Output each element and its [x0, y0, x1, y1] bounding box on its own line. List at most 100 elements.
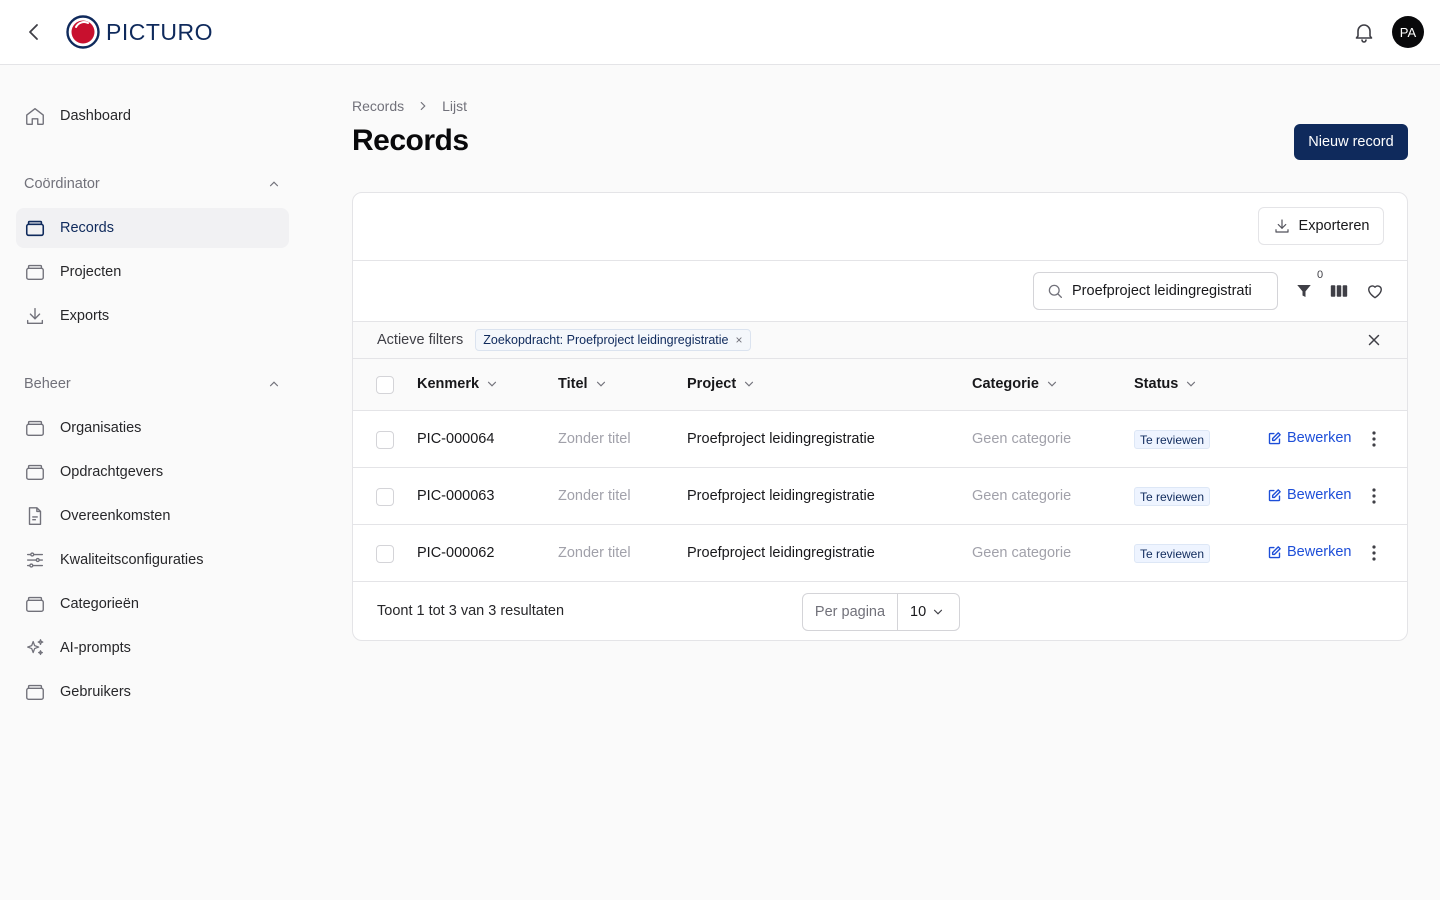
- column-header-titel[interactable]: Titel: [558, 376, 608, 392]
- status-badge: Te reviewen: [1134, 544, 1211, 563]
- column-header-project[interactable]: Project: [687, 376, 756, 392]
- select-all-checkbox[interactable]: [376, 376, 394, 394]
- app-logo-text: PICTURO: [106, 18, 213, 45]
- breadcrumb-lijst: Lijst: [442, 98, 468, 114]
- cell-kenmerk: PIC-000062: [417, 545, 495, 561]
- status-badge: Te reviewen: [1134, 430, 1211, 449]
- edit-button[interactable]: Bewerken: [1267, 487, 1351, 503]
- card-header: Exporteren: [353, 193, 1407, 261]
- back-button[interactable]: [22, 20, 46, 44]
- sidebar-section-coordinator[interactable]: Coördinator: [24, 172, 281, 196]
- edit-icon: [1268, 431, 1281, 444]
- edit-button[interactable]: Bewerken: [1267, 430, 1351, 446]
- records-card: Exporteren 0 Actieve filters Zoekopdrach…: [352, 192, 1408, 641]
- cell-titel: Zonder titel: [558, 488, 631, 504]
- sidebar-item-label: Kwaliteitsconfiguraties: [60, 552, 204, 568]
- sidebar-item-label: Organisaties: [60, 420, 142, 436]
- column-header-kenmerk[interactable]: Kenmerk: [417, 376, 499, 392]
- per-page-select[interactable]: 10: [898, 594, 959, 630]
- cell-categorie: Geen categorie: [972, 488, 1072, 504]
- clear-filters-button[interactable]: [1365, 331, 1383, 349]
- sidebar-item-organisaties[interactable]: Organisaties: [16, 408, 289, 448]
- sidebar: Dashboard Coördinator Records Projecten …: [0, 65, 305, 900]
- filter-button[interactable]: [1293, 280, 1315, 302]
- page-title: Records: [352, 124, 469, 157]
- row-checkbox[interactable]: [376, 488, 394, 506]
- cell-titel: Zonder titel: [558, 545, 631, 561]
- chevron-left-icon: [29, 24, 38, 40]
- result-count: Toont 1 tot 3 van 3 resultaten: [377, 603, 565, 619]
- sidebar-item-label: Categorieën: [60, 596, 139, 612]
- cell-kenmerk: PIC-000063: [417, 488, 495, 504]
- folder-icon: [26, 264, 44, 281]
- table-row[interactable]: PIC-000064 Zonder titel Proefproject lei…: [353, 411, 1407, 468]
- cell-categorie: Geen categorie: [972, 431, 1072, 447]
- sidebar-item-dashboard[interactable]: Dashboard: [16, 96, 289, 136]
- table-row[interactable]: PIC-000062 Zonder titel Proefproject lei…: [353, 525, 1407, 582]
- table-row[interactable]: PIC-000063 Zonder titel Proefproject lei…: [353, 468, 1407, 525]
- sparkles-icon: [27, 639, 44, 656]
- sidebar-item-label: AI-prompts: [60, 640, 131, 656]
- row-checkbox[interactable]: [376, 431, 394, 449]
- row-actions-button[interactable]: [1366, 485, 1382, 507]
- row-actions-button[interactable]: [1366, 542, 1382, 564]
- column-header-label: Categorie: [972, 376, 1039, 392]
- chevron-down-icon: [487, 381, 497, 387]
- remove-filter-icon[interactable]: ×: [736, 333, 743, 347]
- chevron-up-icon: [269, 381, 279, 387]
- breadcrumb: Records Lijst: [352, 96, 467, 116]
- favorites-button[interactable]: [1364, 280, 1386, 302]
- sidebar-item-label: Gebruikers: [60, 684, 131, 700]
- sidebar-item-label: Overeenkomsten: [60, 508, 171, 524]
- home-icon: [26, 107, 44, 125]
- chevron-down-icon: [933, 609, 943, 615]
- sidebar-item-gebruikers[interactable]: Gebruikers: [16, 672, 289, 712]
- sidebar-item-exports[interactable]: Exports: [16, 296, 289, 336]
- per-page-label: Per pagina: [803, 594, 898, 630]
- chevron-up-icon: [269, 181, 279, 187]
- download-icon: [1274, 219, 1289, 233]
- folder-icon: [26, 420, 44, 437]
- sidebar-item-label: Dashboard: [60, 108, 131, 124]
- export-button[interactable]: Exporteren: [1258, 207, 1384, 245]
- picturo-logo-icon: [66, 15, 100, 49]
- sidebar-item-ai-prompts[interactable]: AI-prompts: [16, 628, 289, 668]
- status-badge: Te reviewen: [1134, 487, 1211, 506]
- search-input[interactable]: [1072, 283, 1252, 299]
- sidebar-item-label: Projecten: [60, 264, 122, 280]
- sidebar-item-opdrachtgevers[interactable]: Opdrachtgevers: [16, 452, 289, 492]
- cell-kenmerk: PIC-000064: [417, 431, 495, 447]
- column-header-status[interactable]: Status: [1134, 376, 1198, 392]
- download-icon: [26, 307, 44, 325]
- per-page-control: Per pagina 10: [802, 593, 960, 631]
- sidebar-item-records[interactable]: Records: [16, 208, 289, 248]
- notifications-button[interactable]: [1352, 20, 1376, 44]
- column-header-label: Titel: [558, 376, 588, 392]
- sidebar-item-overeenkomsten[interactable]: Overeenkomsten: [16, 496, 289, 536]
- edit-button-label: Bewerken: [1287, 487, 1352, 503]
- sliders-icon: [26, 552, 44, 568]
- bell-icon: [1355, 24, 1373, 43]
- filter-chip-label: Zoekopdracht: Proefproject leidingregist…: [483, 333, 729, 347]
- column-header-label: Status: [1134, 376, 1179, 392]
- column-header-categorie[interactable]: Categorie: [972, 376, 1059, 392]
- more-vertical-icon: [1372, 545, 1376, 561]
- sidebar-item-kwaliteitsconfiguraties[interactable]: Kwaliteitsconfiguraties: [16, 540, 289, 580]
- sidebar-section-beheer[interactable]: Beheer: [24, 372, 281, 396]
- row-checkbox[interactable]: [376, 545, 394, 563]
- edit-button[interactable]: Bewerken: [1267, 544, 1351, 560]
- sidebar-item-label: Exports: [60, 308, 110, 324]
- cell-project: Proefproject leidingregistratie: [687, 431, 875, 447]
- sidebar-item-projecten[interactable]: Projecten: [16, 252, 289, 292]
- user-avatar[interactable]: PA: [1392, 16, 1424, 48]
- column-header-label: Kenmerk: [417, 376, 480, 392]
- new-record-button[interactable]: Nieuw record: [1294, 124, 1408, 160]
- breadcrumb-records[interactable]: Records: [352, 98, 404, 114]
- top-bar: PICTURO PA: [0, 0, 1440, 65]
- columns-button[interactable]: [1328, 280, 1350, 302]
- row-actions-button[interactable]: [1366, 428, 1382, 450]
- sidebar-item-categorieen[interactable]: Categorieën: [16, 584, 289, 624]
- app-logo[interactable]: PICTURO: [66, 15, 213, 49]
- sidebar-item-label: Records: [60, 220, 114, 236]
- close-icon: [1368, 334, 1380, 346]
